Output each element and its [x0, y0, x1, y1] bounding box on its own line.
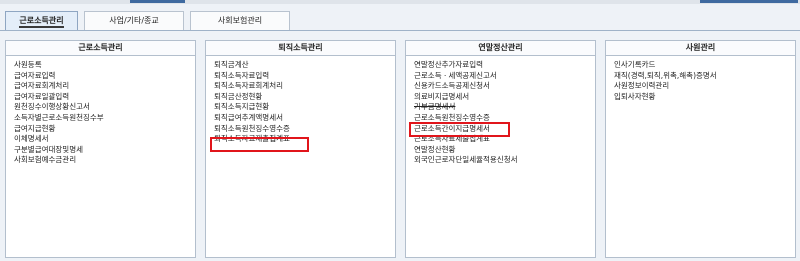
menu-item[interactable]: 재직(경력,퇴직,위촉,해촉)증명서: [614, 71, 795, 82]
menu-item[interactable]: 퇴직급여추계액명세서: [214, 113, 395, 124]
panel-title: 사원관리: [606, 41, 795, 56]
menu-item[interactable]: 외국인근로자단일세율적용신청서: [414, 155, 595, 166]
menu-list: 사원등록 급여자료입력 급여자료회계처리 급여자료일괄입력 원천징수이행상황신고…: [6, 56, 195, 166]
tab-label: 근로소득관리: [19, 16, 64, 28]
menu-item[interactable]: 근로소득ㆍ세액공제신고서: [414, 71, 595, 82]
menu-item[interactable]: 퇴직소득자료입력: [214, 71, 395, 82]
menu-item[interactable]: 연말정산추가자료입력: [414, 60, 595, 71]
menu-item[interactable]: 이체명세서: [14, 134, 195, 145]
menu-list: 연말정산추가자료입력 근로소득ㆍ세액공제신고서 신용카드소득공제신청서 의료비지…: [406, 56, 595, 166]
menu-item[interactable]: 급여지급현황: [14, 124, 195, 135]
panel-earned-income: 근로소득관리 사원등록 급여자료입력 급여자료회계처리 급여자료일괄입력 원천징…: [5, 40, 196, 258]
top-strip-accent-right: [700, 0, 798, 3]
top-strip-accent: [130, 0, 185, 3]
tab-label: 사회보험관리: [217, 16, 263, 25]
tab-earned-income[interactable]: 근로소득관리: [5, 11, 78, 30]
top-strip: [0, 0, 800, 4]
panel-retirement-income: 퇴직소득관리 퇴직금계산 퇴직소득자료입력 퇴직소득자료회계처리 퇴직금산정현황…: [205, 40, 396, 258]
menu-item[interactable]: 의료비지급명세서: [414, 92, 595, 103]
menu-item[interactable]: 사원등록: [14, 60, 195, 71]
panel-title: 근로소득관리: [6, 41, 195, 56]
menu-item-retirement-withholding-receipt[interactable]: 퇴직소득원천징수영수증: [214, 124, 395, 135]
panel-title: 퇴직소득관리: [206, 41, 395, 56]
menu-item[interactable]: 퇴직소득자료회계처리: [214, 81, 395, 92]
tab-business-other-religion[interactable]: 사업/기타/종교: [84, 11, 184, 30]
menu-item[interactable]: 기부금명세서: [414, 102, 595, 113]
highlight-box: [409, 122, 510, 137]
menu-list: 인사기록카드 재직(경력,퇴직,위촉,해촉)증명서 사원정보이력관리 입퇴사자현…: [606, 56, 795, 102]
tab-social-insurance[interactable]: 사회보험관리: [190, 11, 290, 30]
menu-item[interactable]: 구분별급여대장및명세: [14, 145, 195, 156]
menu-item[interactable]: 인사기록카드: [614, 60, 795, 71]
menu-item[interactable]: 퇴직금계산: [214, 60, 395, 71]
menu-item[interactable]: 급여자료회계처리: [14, 81, 195, 92]
panel-year-end-settlement: 연말정산관리 연말정산추가자료입력 근로소득ㆍ세액공제신고서 신용카드소득공제신…: [405, 40, 596, 258]
panel-title: 연말정산관리: [406, 41, 595, 56]
highlight-box: [210, 137, 309, 152]
menu-list: 퇴직금계산 퇴직소득자료입력 퇴직소득자료회계처리 퇴직금산정현황 퇴직소득지급…: [206, 56, 395, 145]
tab-label: 사업/기타/종교: [109, 16, 159, 25]
tab-bar: 근로소득관리 사업/기타/종교 사회보험관리: [0, 11, 800, 31]
menu-item[interactable]: 퇴직금산정현황: [214, 92, 395, 103]
menu-item[interactable]: 퇴직소득지급현황: [214, 102, 395, 113]
menu-item[interactable]: 소득자별근로소득원천징수부: [14, 113, 195, 124]
menu-item[interactable]: 신용카드소득공제신청서: [414, 81, 595, 92]
tab-underline: [0, 30, 800, 31]
panel-employee-management: 사원관리 인사기록카드 재직(경력,퇴직,위촉,해촉)증명서 사원정보이력관리 …: [605, 40, 796, 258]
menu-item[interactable]: 원천징수이행상황신고서: [14, 102, 195, 113]
menu-item[interactable]: 급여자료입력: [14, 71, 195, 82]
menu-item[interactable]: 연말정산현황: [414, 145, 595, 156]
menu-item[interactable]: 급여자료일괄입력: [14, 92, 195, 103]
menu-item[interactable]: 사회보험예수금관리: [14, 155, 195, 166]
menu-item[interactable]: 사원정보이력관리: [614, 81, 795, 92]
menu-item[interactable]: 입퇴사자현황: [614, 92, 795, 103]
